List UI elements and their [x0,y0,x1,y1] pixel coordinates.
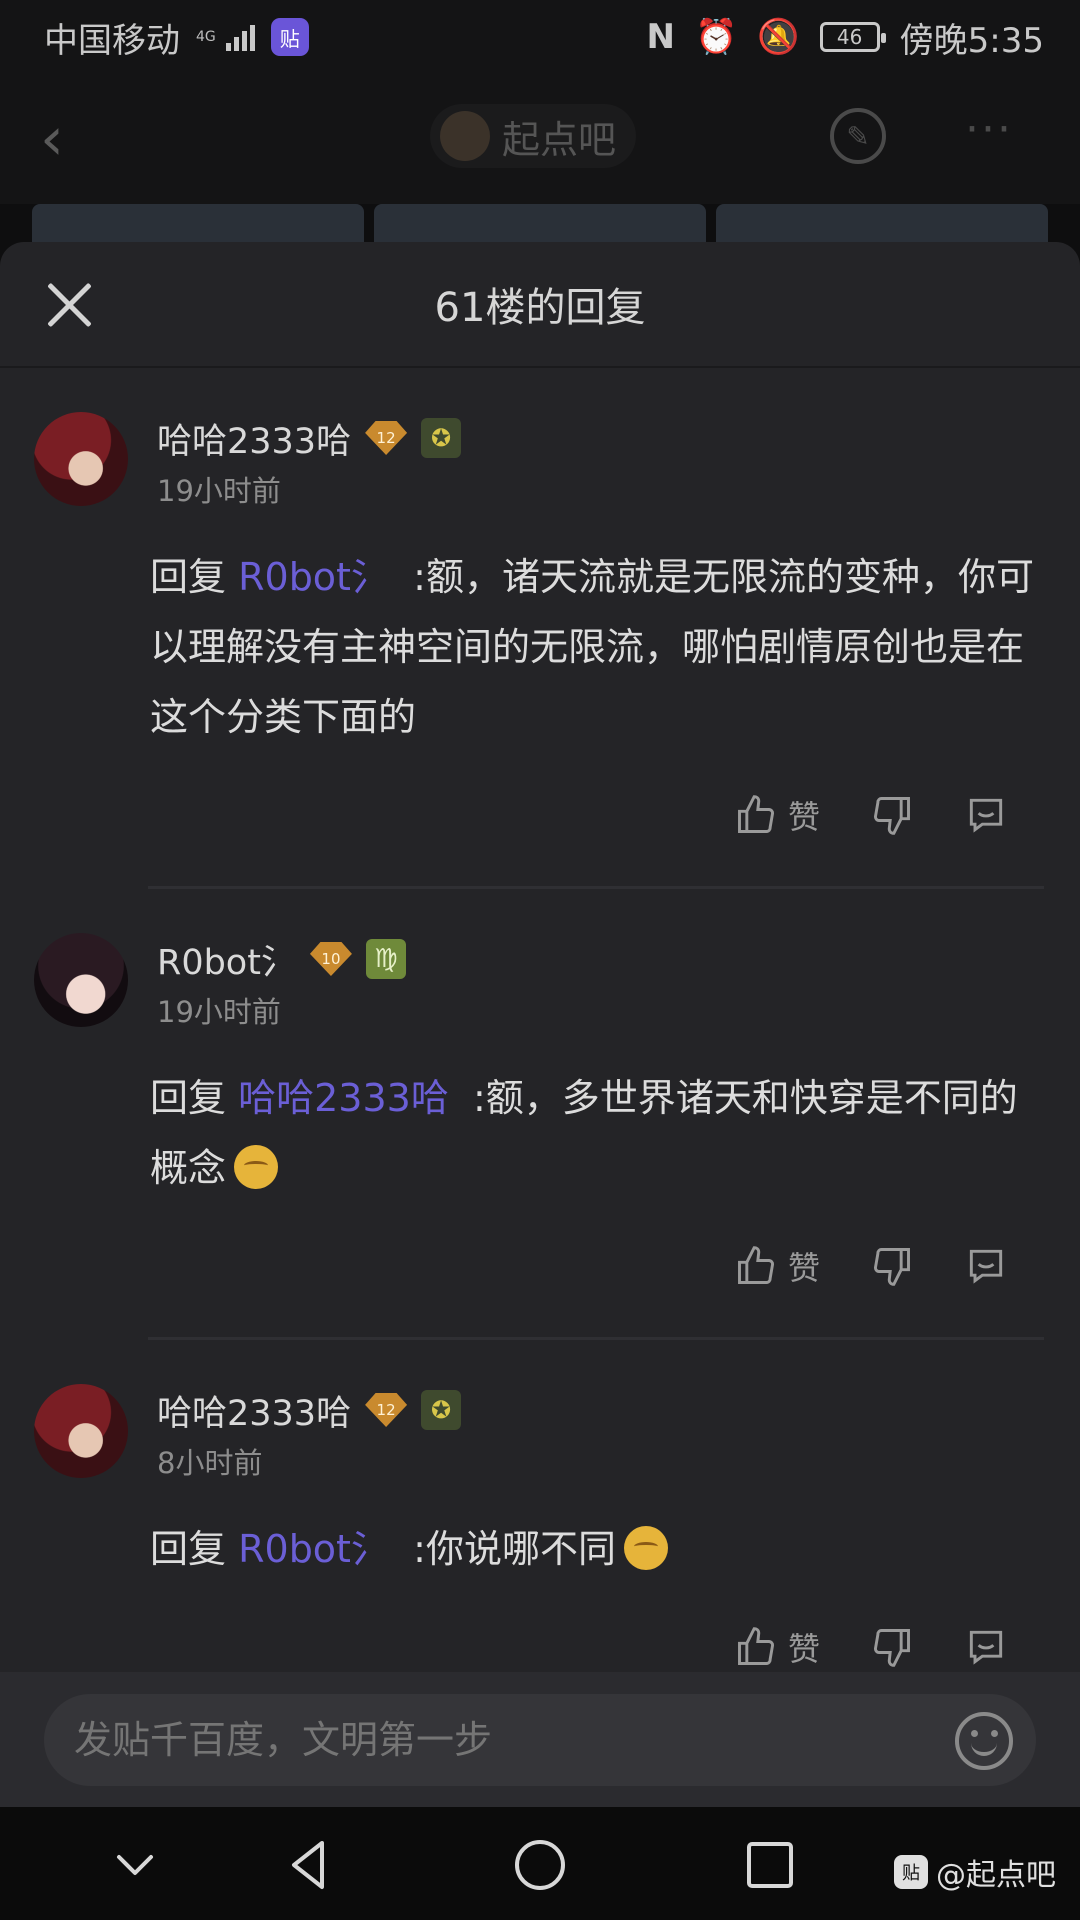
avatar[interactable] [34,412,128,506]
dislike-button[interactable] [870,793,914,837]
reply-time: 8小时前 [157,1446,263,1480]
reply-composer [0,1672,1080,1807]
like-label: 赞 [788,798,821,836]
reply-text: :你说哪不同 [413,1527,616,1571]
emoji-icon[interactable] [955,1712,1013,1770]
close-icon[interactable] [44,280,94,330]
thumbs-up-icon [734,1244,778,1288]
comment-button[interactable] [964,1625,1008,1669]
medal-icon: ✪ [421,418,462,458]
forum-header: ‹ 起点吧 ✎ ··· [0,74,1080,204]
avatar[interactable] [34,933,128,1027]
tieba-notification-icon: 贴 [270,18,309,56]
virgo-icon: ♍ [365,939,406,979]
thumbs-up-icon [734,793,778,837]
battery-icon: 46 [819,22,886,52]
like-label: 赞 [788,1630,821,1668]
collapse-icon[interactable] [105,1835,165,1895]
comment-button[interactable] [964,1244,1008,1288]
level-badge: 12 [365,421,408,455]
reply-time: 19小时前 [157,995,281,1029]
thumbs-up-icon [734,1625,778,1669]
reply-prefix: 回复 [150,1076,227,1120]
home-circle-icon[interactable] [510,1835,570,1895]
nfc-icon: N [646,17,675,57]
mention-link[interactable]: R0bot氵 [238,555,389,599]
back-triangle-icon[interactable] [280,1835,340,1895]
more-icon[interactable]: ··· [965,104,1013,155]
reply-prefix: 回复 [150,1527,227,1571]
comment-button[interactable] [964,793,1008,837]
comment-icon [964,1244,1008,1288]
status-bar: 中国移动 4G 贴 N ⏰ 🔕 46 傍晚5:35 [0,0,1080,74]
reply-list: 哈哈2333哈 12 ✪ 19小时前 回复 R0bot氵 :额，诸天流就是无限流… [0,368,1080,1721]
reply-actions: 赞 [734,780,1044,850]
avatar[interactable] [34,1384,128,1478]
like-button[interactable]: 赞 [734,792,820,838]
edit-icon[interactable]: ✎ [830,108,886,164]
username[interactable]: R0bot氵 [157,934,296,985]
mention-link[interactable]: 哈哈2333哈 [238,1076,449,1120]
sheet-header: 61楼的回复 [0,242,1080,368]
recents-square-icon[interactable] [740,1835,800,1895]
reply-time: 19小时前 [157,474,281,508]
reply-input[interactable] [44,1694,1036,1786]
dislike-button[interactable] [870,1244,914,1288]
thumbs-down-icon [870,1244,914,1288]
thumbs-down-icon [870,793,914,837]
post-image-strip [32,204,1048,244]
level-badge: 12 [365,1393,408,1427]
like-button[interactable]: 赞 [734,1624,820,1670]
smirk-emoji-icon [234,1145,279,1189]
carrier-name: 中国移动 [44,20,180,61]
forum-title-pill[interactable]: 起点吧 [430,104,637,168]
sweat-emoji-icon [623,1526,668,1570]
mention-link[interactable]: R0bot氵 [238,1527,389,1571]
alarm-icon: ⏰ [694,17,738,57]
reply-actions: 赞 [734,1231,1044,1301]
network-type-icon: 4G [196,29,216,45]
reply-item: 哈哈2333哈 12 ✪ 8小时前 回复 R0bot氵 :你说哪不同 赞 [0,1340,1080,1721]
reply-item: R0bot氵 10 ♍ 19小时前 回复 哈哈2333哈 :额，多世界诸天和快穿… [0,889,1080,1340]
reply-sheet: 61楼的回复 哈哈2333哈 12 ✪ 19小时前 回复 R0bot氵 :额，诸… [0,242,1080,1807]
reply-content: 回复 哈哈2333哈 :额，多世界诸天和快穿是不同的概念 [150,1063,1044,1203]
comment-icon [964,793,1008,837]
username[interactable]: 哈哈2333哈 [157,413,351,464]
reply-content: 回复 R0bot氵 :额，诸天流就是无限流的变种，你可以理解没有主神空间的无限流… [150,542,1044,752]
system-nav-bar: 贴 @起点吧 [0,1807,1080,1920]
reply-item: 哈哈2333哈 12 ✪ 19小时前 回复 R0bot氵 :额，诸天流就是无限流… [0,368,1080,889]
watermark: 贴 @起点吧 [894,1850,1056,1894]
dislike-button[interactable] [870,1625,914,1669]
thumbs-down-icon [870,1625,914,1669]
like-button[interactable]: 赞 [734,1243,820,1289]
back-icon[interactable]: ‹ [40,104,90,174]
watermark-text: @起点吧 [936,1858,1056,1893]
forum-name: 起点吧 [502,117,617,162]
comment-icon [964,1625,1008,1669]
battery-level: 46 [836,25,863,49]
username[interactable]: 哈哈2333哈 [157,1385,351,1436]
forum-avatar [440,111,490,161]
reply-prefix: 回复 [150,555,227,599]
clock: 傍晚5:35 [899,20,1044,61]
medal-icon: ✪ [421,1390,462,1430]
reply-content: 回复 R0bot氵 :你说哪不同 [150,1514,1044,1584]
sheet-title: 61楼的回复 [434,285,646,331]
mute-icon: 🔕 [757,17,800,57]
like-label: 赞 [788,1249,821,1287]
signal-icon [225,23,255,51]
level-badge: 10 [309,942,352,976]
watermark-logo: 贴 [894,1855,928,1889]
